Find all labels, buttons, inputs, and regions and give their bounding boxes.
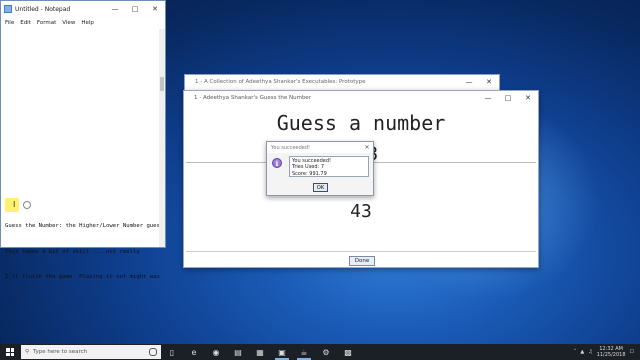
notepad-title: Untitled - Notepad [15, 5, 71, 13]
dialog-titlebar[interactable]: You succeeded! ✕ [267, 142, 373, 153]
game-heading: Guess a number [276, 111, 446, 135]
dialog-line: Score: 991.79 [292, 170, 327, 177]
taskbar-search[interactable]: ⚲ Type here to search [21, 345, 161, 359]
windows-logo-icon [6, 348, 14, 356]
system-tray: ˄ ▲ ♫ 12:32 AM 11/25/2018 ☐ [574, 346, 640, 358]
settings-icon[interactable]: ⚙ [315, 344, 337, 360]
notepad-scrollbar[interactable] [159, 29, 165, 247]
collection-titlebar[interactable]: 1 - A Collection of Adeethya Shankar's E… [185, 75, 499, 89]
success-dialog[interactable]: You succeeded! ✕ i You succeeded! Tries … [266, 141, 374, 196]
game-titlebar[interactable]: 1 - Adeethya Shankar's Guess the Number … [184, 91, 538, 105]
volume-icon[interactable]: ♫ [588, 349, 592, 355]
ibeam-cursor-icon: I [13, 200, 16, 209]
menu-view[interactable]: View [62, 20, 75, 26]
java-app-task-icon[interactable]: ☕ [293, 344, 315, 360]
menu-help[interactable]: Help [81, 20, 94, 26]
ok-button[interactable]: OK [313, 183, 328, 192]
network-icon[interactable]: ▲ [580, 349, 584, 355]
search-placeholder: Type here to search [33, 349, 88, 355]
terminal-icon[interactable]: ▩ [337, 344, 359, 360]
start-button[interactable] [0, 344, 20, 360]
taskbar: ⚲ Type here to search ▯ e ◉ ▤ ▦ ▣ ☕ ⚙ ▩ … [0, 344, 640, 360]
microphone-icon[interactable] [149, 348, 157, 356]
minimize-icon[interactable]: — [459, 78, 479, 86]
close-icon[interactable]: ✕ [518, 94, 538, 102]
notepad-text-area[interactable]: Guess the Number: the Higher/Lower Numbe… [1, 29, 160, 280]
file-explorer-icon[interactable]: ▤ [227, 344, 249, 360]
notepad-icon [4, 5, 12, 13]
maximize-icon[interactable]: □ [125, 5, 145, 13]
dialog-title: You succeeded! [271, 144, 311, 151]
edge-browser-icon[interactable]: e [183, 344, 205, 360]
menu-format[interactable]: Format [37, 20, 56, 26]
current-guess: 43 [350, 201, 372, 222]
store-icon[interactable]: ▦ [249, 344, 271, 360]
close-icon[interactable]: ✕ [361, 144, 373, 151]
search-icon: ⚲ [25, 349, 30, 355]
busy-cursor-icon [23, 201, 31, 209]
scrollbar-thumb[interactable] [160, 77, 164, 91]
menu-file[interactable]: File [5, 20, 14, 26]
task-view-icon[interactable]: ▯ [161, 344, 183, 360]
notepad-menubar: File Edit Format View Help [1, 17, 165, 28]
notepad-titlebar[interactable]: Untitled - Notepad — □ ✕ [1, 1, 165, 17]
clock-date: 11/25/2018 [596, 352, 626, 358]
notepad-text: Guess the Number: the Higher/Lower Numbe… [5, 205, 160, 299]
notepad-line: Guess the Number: the Higher/Lower Numbe… [5, 223, 160, 229]
chrome-icon[interactable]: ◉ [205, 344, 227, 360]
notepad-line: I'll finish the game. Playing it out mig… [5, 274, 160, 280]
close-icon[interactable]: ✕ [479, 78, 499, 86]
dialog-message: You succeeded! Tries Used: 7 Score: 991.… [289, 156, 369, 177]
close-icon[interactable]: ✕ [145, 5, 165, 13]
done-button[interactable]: Done [349, 256, 375, 266]
minimize-icon[interactable]: — [478, 94, 498, 102]
collection-title: 1 - A Collection of Adeethya Shankar's E… [195, 79, 366, 85]
notepad-window[interactable]: Untitled - Notepad — □ ✕ File Edit Forma… [0, 0, 166, 280]
notifications-icon[interactable]: ☐ [630, 349, 634, 355]
cursor-highlight [5, 198, 19, 212]
menu-edit[interactable]: Edit [20, 20, 31, 26]
chevron-up-icon[interactable]: ˄ [574, 349, 577, 355]
minimize-icon[interactable]: — [105, 5, 125, 13]
maximize-icon[interactable]: □ [498, 94, 518, 102]
divider [186, 251, 536, 252]
info-icon: i [272, 158, 282, 168]
game-title: 1 - Adeethya Shankar's Guess the Number [194, 95, 312, 101]
clock[interactable]: 12:32 AM 11/25/2018 [597, 346, 626, 358]
notepad-task-icon[interactable]: ▣ [271, 344, 293, 360]
notepad-line: This takes a bit of skill ... not really [5, 248, 140, 255]
